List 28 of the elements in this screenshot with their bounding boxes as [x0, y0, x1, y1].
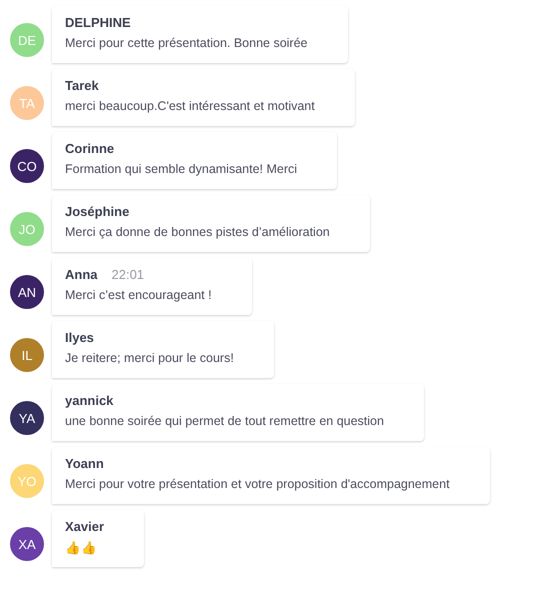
- author-name: Joséphine: [65, 204, 130, 219]
- avatar: TA: [10, 86, 44, 120]
- author-name: Ilyes: [65, 330, 94, 345]
- message-text: 👍👍: [65, 540, 98, 555]
- message-text: Merci ça donne de bonnes pistes d’amélioration: [65, 225, 330, 239]
- avatar: YA: [10, 401, 44, 435]
- author-name: Xavier: [65, 519, 104, 534]
- author-name: DELPHINE: [65, 15, 131, 30]
- message-text: une bonne soirée qui permet de tout remettre en question: [65, 414, 384, 428]
- message-text: Merci pour votre présentation et votre proposition d'accompagnement: [65, 477, 450, 491]
- message-text: Je reitere; merci pour le cours!: [65, 351, 234, 365]
- avatar: IL: [10, 338, 44, 372]
- avatar: DE: [10, 23, 44, 57]
- avatar: YO: [10, 464, 44, 498]
- message-time: 22:01: [112, 267, 144, 282]
- author-name: yannick: [65, 393, 114, 408]
- avatar: JO: [10, 212, 44, 246]
- avatar: CO: [10, 149, 44, 183]
- message-text: Formation qui semble dynamisante! Merci: [65, 162, 298, 176]
- avatar: AN: [10, 275, 44, 309]
- author-name: Corinne: [65, 141, 114, 156]
- author-name: Tarek: [65, 78, 99, 93]
- message-text: merci beaucoup.C'est intéressant et motivant: [65, 99, 315, 113]
- author-name: Anna: [65, 267, 98, 282]
- author-name: Yoann: [65, 456, 104, 471]
- avatar: XA: [10, 527, 44, 561]
- message-text: Merci pour cette présentation. Bonne soirée: [65, 36, 308, 50]
- message-text: Merci c’est encourageant !: [65, 288, 212, 302]
